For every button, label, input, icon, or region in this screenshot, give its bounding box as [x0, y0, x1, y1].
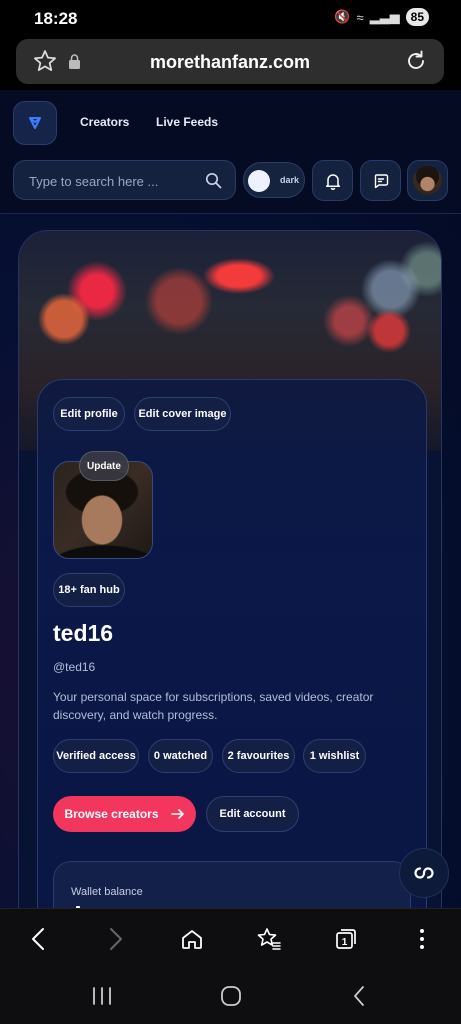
- home-nav-icon[interactable]: [219, 984, 243, 1008]
- back-button[interactable]: [25, 926, 51, 952]
- home-icon: [182, 930, 202, 949]
- arrow-right-icon: [170, 809, 184, 819]
- profile-handle: @ted16: [53, 660, 96, 674]
- profile-card: Edit profile Edit cover image Update 18+…: [37, 379, 427, 908]
- wallet-balance-label: Wallet balance: [71, 886, 143, 898]
- tabs-button[interactable]: 1: [333, 926, 359, 952]
- fan-hub-badge: 18+ fan hub: [53, 573, 125, 607]
- menu-icon: [420, 929, 424, 949]
- menu-button[interactable]: [409, 926, 435, 952]
- update-photo-button[interactable]: Update: [79, 451, 129, 481]
- bookmarks-button[interactable]: [256, 926, 282, 952]
- recents-icon[interactable]: [90, 984, 114, 1008]
- tabs-count: 1: [342, 937, 348, 948]
- nav-link-live-feeds[interactable]: Live Feeds: [156, 115, 218, 129]
- search-icon[interactable]: [205, 172, 222, 189]
- stat-wishlist: 1 wishlist: [303, 739, 366, 773]
- browser-bar: morethanfanz.com: [0, 36, 461, 90]
- browse-creators-button[interactable]: Browse creators: [53, 796, 196, 832]
- toggle-knob: [248, 170, 270, 192]
- web-page: Creators Live Feeds dark Edit profile Ed…: [0, 90, 461, 908]
- infinity-icon: [414, 867, 434, 879]
- status-time: 18:28: [34, 9, 78, 28]
- theme-toggle[interactable]: dark: [243, 162, 305, 198]
- wifi-icon: ≈: [356, 9, 364, 25]
- user-avatar-button[interactable]: [407, 160, 448, 201]
- system-nav-bar: [0, 966, 461, 1024]
- home-button[interactable]: [179, 926, 205, 952]
- avatar: [413, 166, 442, 195]
- messages-button[interactable]: [360, 160, 401, 201]
- stat-watched: 0 watched: [148, 739, 213, 773]
- status-bar: 18:28 🔇 ≈ ▂▃▅ 85: [0, 0, 461, 36]
- site-header: Creators Live Feeds dark: [0, 90, 461, 214]
- stat-favourites: 2 favourites: [222, 739, 295, 773]
- logo-icon: [29, 117, 41, 129]
- profile-cover: Edit profile Edit cover image Update 18+…: [18, 230, 442, 908]
- search-box: [13, 160, 236, 200]
- search-input[interactable]: [29, 171, 199, 191]
- forward-icon: [110, 928, 122, 950]
- browser-toolbar: 1: [0, 908, 461, 966]
- reload-icon[interactable]: [404, 49, 428, 73]
- notifications-button[interactable]: [312, 160, 353, 201]
- bookmarks-icon: [257, 928, 281, 950]
- nav-link-creators[interactable]: Creators: [80, 115, 129, 129]
- theme-toggle-label: dark: [280, 175, 300, 185]
- edit-account-button[interactable]: Edit account: [206, 796, 299, 832]
- url-text[interactable]: morethanfanz.com: [16, 52, 444, 73]
- stat-verified-access: Verified access: [53, 739, 139, 773]
- browse-creators-label: Browse creators: [64, 807, 159, 821]
- edit-cover-image-button[interactable]: Edit cover image: [134, 397, 231, 431]
- status-icons: 🔇 ≈ ▂▃▅ 85: [334, 8, 429, 26]
- profile-bio: Your personal space for subscriptions, s…: [53, 690, 374, 722]
- mute-icon: 🔇: [334, 9, 351, 24]
- wallet-card: Wallet balance: [53, 861, 411, 908]
- battery-indicator: 85: [405, 8, 429, 26]
- tabs-icon: 1: [336, 929, 356, 949]
- site-logo-button[interactable]: [13, 101, 57, 145]
- back-icon: [32, 928, 44, 950]
- forward-button[interactable]: [103, 926, 129, 952]
- signal-icon: ▂▃▅: [369, 9, 400, 24]
- back-nav-icon[interactable]: [348, 984, 372, 1008]
- bell-icon: [325, 173, 340, 190]
- profile-username: ted16: [53, 620, 114, 646]
- chat-icon: [374, 173, 388, 188]
- address-bar[interactable]: morethanfanz.com: [16, 39, 444, 84]
- floating-action-button[interactable]: [399, 848, 449, 898]
- edit-profile-button[interactable]: Edit profile: [53, 397, 125, 431]
